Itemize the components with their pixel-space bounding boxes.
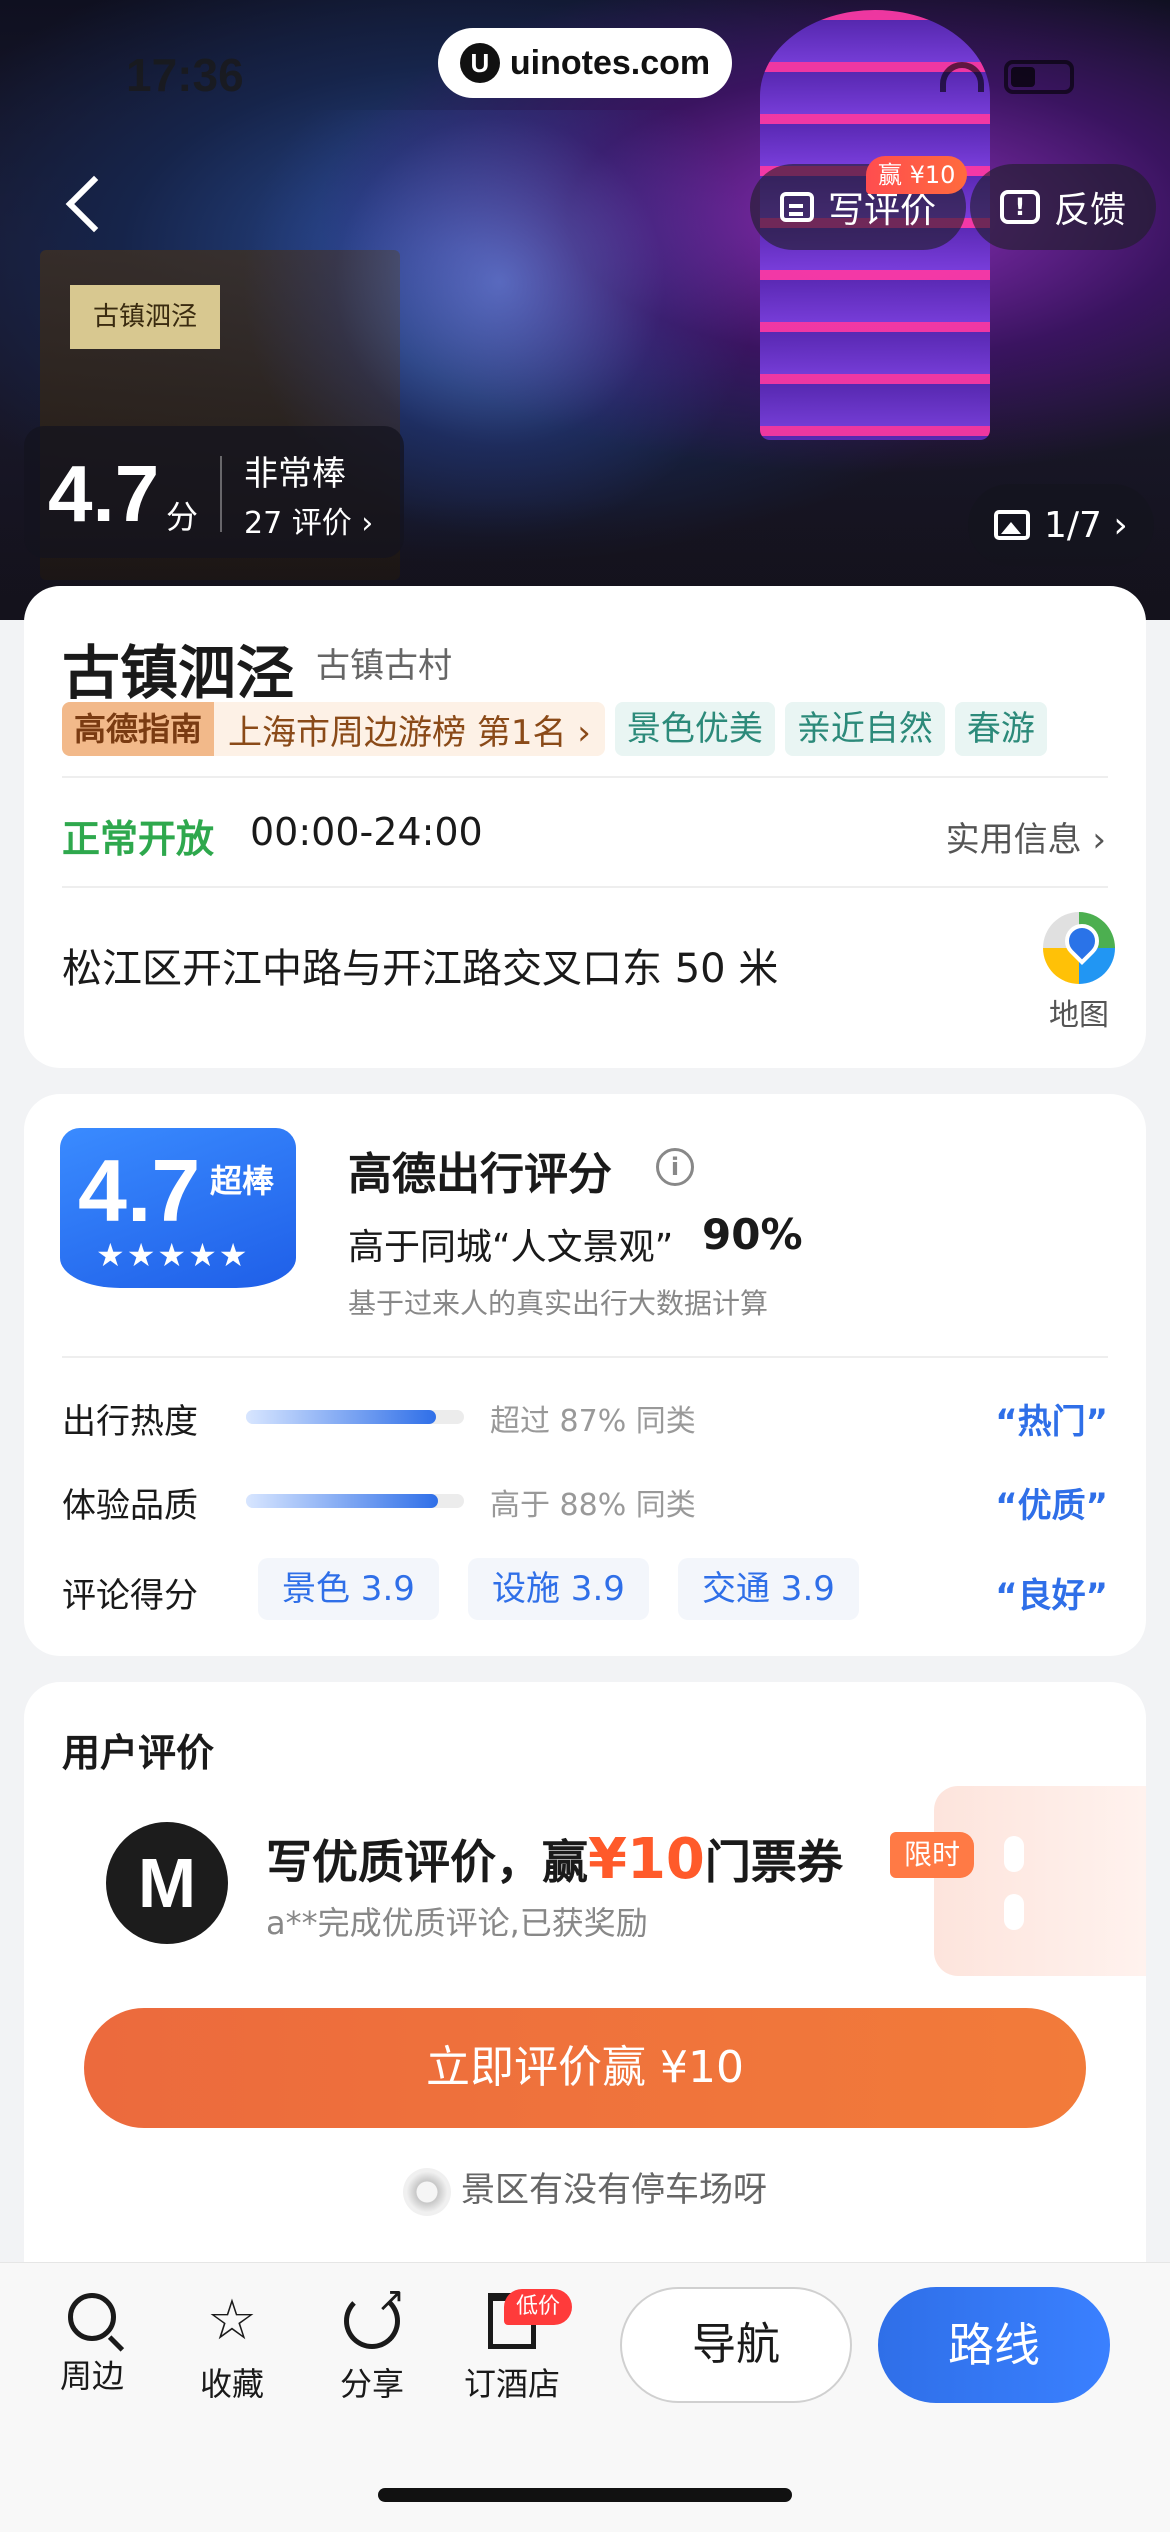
home-indicator xyxy=(378,2488,792,2502)
compare-text: 高于同城“人文景观” xyxy=(348,1227,674,1268)
tag-nature: 亲近自然 xyxy=(784,702,945,756)
rank-text: 上海市周边游榜 第1名 › xyxy=(228,712,591,753)
status-icons xyxy=(940,60,1074,94)
watermark-text: uinotes.com xyxy=(509,43,711,82)
photo-index: 1/7 › xyxy=(1044,504,1128,546)
score-badge-label: 超棒 xyxy=(210,1162,275,1200)
hero-score-unit: 分 xyxy=(166,498,199,536)
heat-bar-fill xyxy=(246,1410,436,1424)
question-text: 景区有没有停车场呀 xyxy=(461,2170,767,2210)
heat-bar xyxy=(246,1410,464,1424)
metric-name: 体验品质 xyxy=(62,1486,198,1526)
metric-verdict: “热门” xyxy=(995,1402,1108,1442)
score-badge: 4.7 超棒 ★★★★★ xyxy=(60,1128,296,1288)
back-button[interactable] xyxy=(60,170,120,240)
tag-scenery: 景色优美 xyxy=(614,702,775,756)
question-item[interactable]: 景区有没有停车场呀 xyxy=(24,2162,1146,2216)
metric-heat: 出行热度 超过 87% 同类 “热门” xyxy=(62,1384,1108,1444)
edit-doc-icon xyxy=(780,192,814,222)
tag-spring: 春游 xyxy=(954,702,1047,756)
map-button[interactable]: 地图 xyxy=(1034,912,1124,1034)
reward-badge: 赢 ¥10 xyxy=(866,156,968,194)
question-avatar-icon xyxy=(403,2167,451,2216)
hero-score: 4.7 xyxy=(48,449,160,538)
travel-score: 4.7 xyxy=(78,1141,201,1240)
share-label: 分享 xyxy=(339,2365,404,2403)
map-pin-icon xyxy=(1043,912,1115,984)
avatar: M xyxy=(106,1822,228,1944)
reviews-title: 用户评价 xyxy=(62,1731,215,1775)
chip-facilities[interactable]: 设施 3.9 xyxy=(468,1558,649,1620)
metric-desc: 超过 87% 同类 xyxy=(490,1404,696,1439)
ticket-icon xyxy=(934,1786,1146,1976)
share-icon xyxy=(344,2280,405,2349)
open-status: 正常开放 xyxy=(62,817,215,861)
review-now-button[interactable]: 立即评价赢 ¥10 xyxy=(84,2008,1086,2128)
promo-subtitle: a**完成优质评论,已获奖励 xyxy=(266,1904,648,1942)
favorite-label: 收藏 xyxy=(199,2365,264,2403)
share-button[interactable]: 分享 xyxy=(312,2280,432,2405)
limited-time-badge: 限时 xyxy=(890,1832,975,1878)
metric-name: 评论得分 xyxy=(62,1576,198,1616)
reviews-card: 用户评价 M 写优质评价，赢¥10门票券 限时 a**完成优质评论,已获奖励 立… xyxy=(24,1682,1146,2282)
low-price-badge: 低价 xyxy=(504,2289,573,2325)
image-icon xyxy=(994,510,1030,540)
photo-counter[interactable]: 1/7 › xyxy=(968,484,1154,566)
poi-tags: 高德指南 上海市周边游榜 第1名 › 景色优美 亲近自然 春游 xyxy=(62,702,1047,756)
score-basis: 基于过来人的真实出行大数据计算 xyxy=(348,1287,769,1320)
feedback-button[interactable]: ! 反馈 xyxy=(970,164,1157,250)
promo-amount: ¥10 xyxy=(588,1827,705,1892)
feedback-label: 反馈 xyxy=(1054,190,1127,231)
metric-review-score: 评论得分 景色 3.9 设施 3.9 交通 3.9 “良好” xyxy=(62,1558,1108,1620)
hero-rating-label: 非常棒 xyxy=(244,454,346,494)
poi-type: 古镇古村 xyxy=(316,646,452,686)
star-rating-icon: ★★★★★ xyxy=(96,1236,250,1274)
search-icon xyxy=(68,2293,116,2341)
open-hours: 00:00-24:00 xyxy=(250,810,483,854)
nearby-button[interactable]: 周边 xyxy=(32,2293,152,2397)
wifi-icon xyxy=(940,62,984,92)
star-icon: ☆ xyxy=(206,2288,258,2353)
navigate-button[interactable]: 导航 xyxy=(620,2287,852,2403)
rank-tag[interactable]: 高德指南 上海市周边游榜 第1名 › xyxy=(62,702,605,756)
travel-score-title: 高德出行评分 xyxy=(348,1149,612,1200)
info-icon[interactable]: i xyxy=(656,1148,694,1186)
chip-scenery[interactable]: 景色 3.9 xyxy=(258,1558,439,1620)
quality-bar xyxy=(246,1494,464,1508)
battery-icon xyxy=(1004,60,1074,94)
metric-name: 出行热度 xyxy=(62,1402,198,1442)
hotel-label: 订酒店 xyxy=(463,2365,560,2403)
uinotes-logo-icon: U xyxy=(459,43,500,83)
metric-quality: 体验品质 高于 88% 同类 “优质” xyxy=(62,1468,1108,1528)
hero-rating[interactable]: 4.7 分 非常棒 27 评价 › xyxy=(24,426,404,558)
chip-transport[interactable]: 交通 3.9 xyxy=(678,1558,859,1620)
route-button[interactable]: 路线 xyxy=(878,2287,1110,2403)
travel-score-card: 4.7 超棒 ★★★★★ 高德出行评分 i 高于同城“人文景观” 90% 基于过… xyxy=(24,1094,1146,1656)
metric-desc: 高于 88% 同类 xyxy=(490,1488,696,1523)
feedback-icon: ! xyxy=(1000,190,1040,224)
poi-info-card: 古镇泗泾 古镇古村 高德指南 上海市周边游榜 第1名 › 景色优美 亲近自然 春… xyxy=(24,586,1146,1068)
rank-brand: 高德指南 xyxy=(62,702,215,756)
watermark: U uinotes.com xyxy=(438,28,732,98)
address: 松江区开江中路与开江路交叉口东 50 米 xyxy=(62,946,779,992)
compare-percent: 90% xyxy=(702,1210,803,1259)
map-label: 地图 xyxy=(1049,998,1109,1033)
useful-info-link[interactable]: 实用信息 › xyxy=(946,812,1106,861)
hero-review-count[interactable]: 27 评价 › xyxy=(244,498,373,542)
promo-title: 写优质评价，赢¥10门票券 xyxy=(266,1827,843,1892)
quality-bar-fill xyxy=(246,1494,438,1508)
nearby-label: 周边 xyxy=(59,2357,124,2395)
gate-sign: 古镇泗泾 xyxy=(70,285,220,349)
status-time: 17:36 xyxy=(126,49,244,101)
metric-verdict: “优质” xyxy=(995,1486,1108,1526)
favorite-button[interactable]: ☆ 收藏 xyxy=(172,2293,292,2405)
poi-name: 古镇泗泾 xyxy=(62,639,295,707)
metric-verdict: “良好” xyxy=(995,1576,1108,1616)
